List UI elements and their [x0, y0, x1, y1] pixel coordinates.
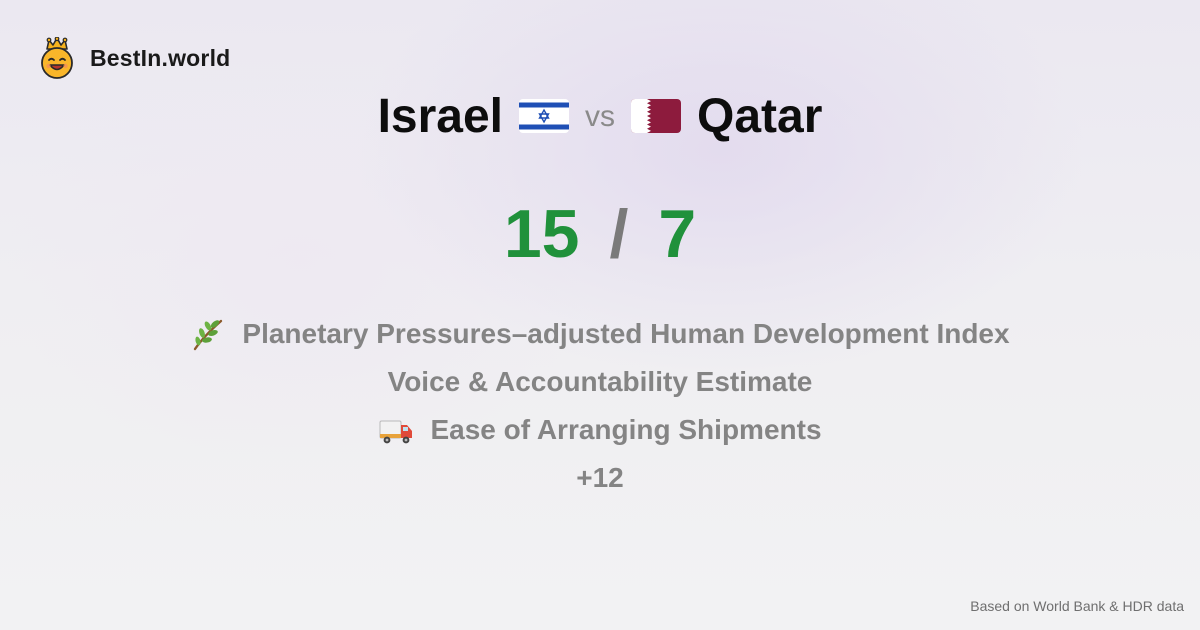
herb-branch-icon	[190, 316, 226, 352]
metric-label: Ease of Arranging Shipments	[430, 414, 822, 445]
delivery-truck-icon	[378, 412, 414, 448]
metric-label: Voice & Accountability Estimate	[387, 366, 813, 397]
left-country-name: Israel	[377, 89, 504, 143]
right-score: 7	[658, 196, 697, 272]
list-item: Ease of Arranging Shipments	[378, 406, 822, 454]
data-source-note: Based on World Bank & HDR data	[970, 598, 1184, 614]
brand[interactable]: BestIn.world	[38, 36, 230, 80]
metric-label: Planetary Pressures–adjusted Human Devel…	[242, 318, 1010, 349]
score: 15 / 7	[0, 192, 1200, 276]
brand-name: BestIn.world	[90, 44, 231, 71]
qatar-flag-icon	[631, 99, 682, 133]
metric-list: Planetary Pressures–adjusted Human Devel…	[0, 310, 1200, 502]
comparison-title: Israel vs Qatar	[0, 84, 1200, 148]
list-item: Planetary Pressures–adjusted Human Devel…	[190, 310, 1010, 358]
israel-flag-icon	[519, 99, 570, 133]
left-score: 15	[503, 196, 580, 272]
more-metrics-count: +12	[576, 462, 624, 493]
vs-label: vs	[585, 100, 616, 133]
score-separator: /	[609, 196, 629, 272]
list-item: Voice & Accountability Estimate	[388, 358, 813, 406]
crowned-smiley-icon	[38, 36, 76, 79]
right-country-name: Qatar	[697, 89, 823, 143]
